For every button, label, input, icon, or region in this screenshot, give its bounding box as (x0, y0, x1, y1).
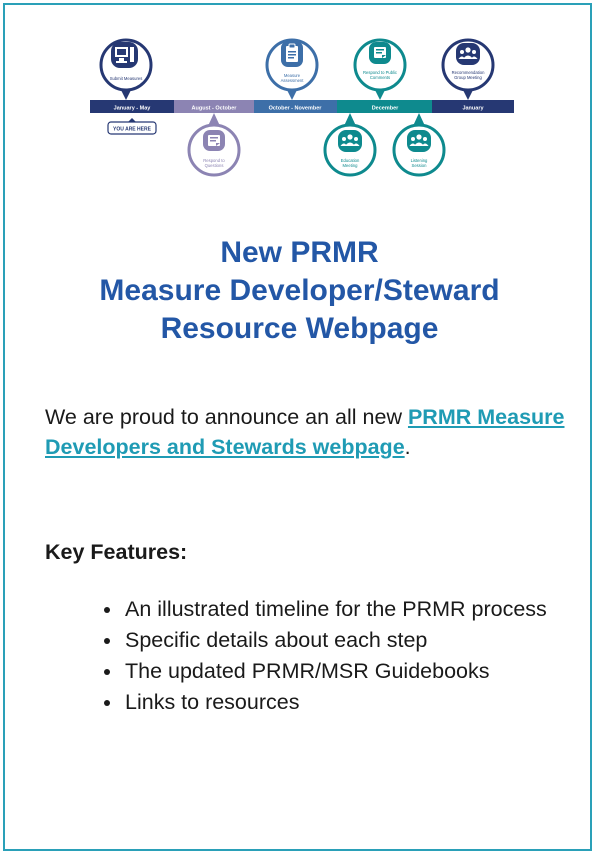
group-icon (338, 130, 362, 152)
intro-text-before: We are proud to announce an all new (45, 405, 408, 429)
key-features-list: An illustrated timeline for the PRMR pro… (83, 595, 583, 719)
page-title: New PRMR Measure Developer/Steward Resou… (5, 234, 594, 348)
key-features-heading: Key Features: (45, 540, 188, 564)
computer-icon (111, 42, 138, 68)
milestone-recommendation-group-meeting: Recommendation Group Meeting (441, 38, 495, 100)
group-icon (407, 130, 431, 152)
timeline-segment-3-label: October - November (269, 106, 323, 112)
timeline-segment-5-label: January (462, 106, 484, 112)
list-item: An illustrated timeline for the PRMR pro… (123, 595, 583, 624)
timeline-segment-2-label: August - October (192, 106, 238, 112)
milestone-measure-assessment-label-2: Assessment (281, 78, 305, 83)
title-line-2: Measure Developer/Steward (99, 274, 500, 307)
milestone-education-meeting: Education Meeting (323, 113, 377, 177)
milestone-respond-to-public-comments: Respond to Public Comments (353, 38, 407, 100)
document-icon (203, 130, 225, 151)
list-item: Specific details about each step (123, 626, 583, 655)
milestone-submit-measures-label: Submit Measures (110, 76, 143, 81)
announcement-card: January - May August - October October -… (3, 3, 592, 851)
timeline-segment-1-label: January - May (114, 106, 152, 112)
timeline-bar: January - May August - October October -… (90, 100, 514, 113)
list-item: The updated PRMR/MSR Guidebooks (123, 657, 583, 686)
milestone-measure-assessment: Measure Assessment (265, 38, 319, 100)
milestone-respond-public-label-2: Comments (370, 75, 390, 80)
list-item: Links to resources (123, 688, 583, 717)
timeline-segment-4-label: December (372, 106, 399, 112)
milestone-submit-measures: Submit Measures (99, 38, 153, 100)
clipboard-icon (281, 41, 303, 67)
milestone-recommendation-label-2: Group Meeting (454, 75, 482, 80)
milestone-education-meeting-label-2: Meeting (343, 163, 359, 168)
you-are-here-label: YOU ARE HERE (113, 126, 152, 132)
milestone-listening-session-label-2: Session (412, 163, 428, 168)
title-line-3: Resource Webpage (160, 312, 439, 345)
milestone-respond-to-questions-label-2: Questions (205, 163, 224, 168)
you-are-here-marker: YOU ARE HERE (107, 118, 157, 135)
title-line-1: New PRMR (220, 236, 379, 269)
milestone-respond-to-questions: Respond to Questions (187, 113, 241, 177)
intro-paragraph: We are proud to announce an all new PRMR… (45, 402, 565, 462)
prmr-timeline-graphic: January - May August - October October -… (90, 38, 514, 177)
milestone-listening-session: Listening Session (392, 113, 446, 177)
group-icon (456, 43, 480, 65)
document-icon (369, 42, 391, 64)
intro-text-after: . (404, 435, 411, 459)
